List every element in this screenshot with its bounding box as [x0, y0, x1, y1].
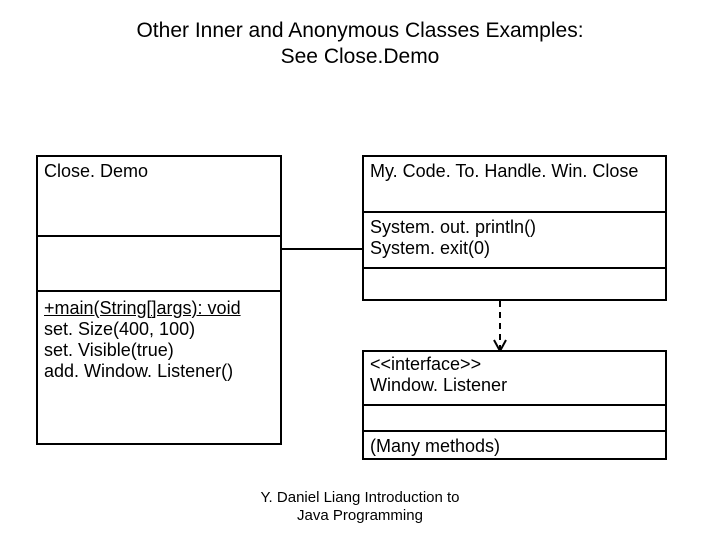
uml-box-interface: <<interface>> Window. Listener (Many met… — [362, 350, 667, 460]
uml-box-handler: My. Code. To. Handle. Win. Close System.… — [362, 155, 667, 301]
handler-exit: System. exit(0) — [370, 238, 659, 259]
closedemo-setsize: set. Size(400, 100) — [44, 319, 274, 340]
closedemo-methods-compartment: +main(String[]args): void set. Size(400,… — [38, 292, 280, 386]
closedemo-setvisible: set. Visible(true) — [44, 340, 274, 361]
closedemo-addlistener: add. Window. Listener() — [44, 361, 274, 382]
handler-name: My. Code. To. Handle. Win. Close — [370, 161, 638, 181]
closedemo-name: Close. Demo — [44, 161, 148, 181]
closedemo-main-method: +main(String[]args): void — [44, 298, 274, 319]
interface-mid-compartment — [364, 406, 665, 432]
handler-bottom-compartment — [364, 269, 665, 299]
handler-name-compartment: My. Code. To. Handle. Win. Close — [364, 157, 665, 213]
interface-name: Window. Listener — [370, 375, 659, 396]
handler-body-compartment: System. out. println() System. exit(0) — [364, 213, 665, 269]
title-line-2: See Close.Demo — [0, 44, 720, 70]
closedemo-name-compartment: Close. Demo — [38, 157, 280, 237]
page-title: Other Inner and Anonymous Classes Exampl… — [0, 0, 720, 71]
handler-println: System. out. println() — [370, 217, 659, 238]
title-line-1: Other Inner and Anonymous Classes Exampl… — [0, 18, 720, 44]
uml-box-closedemo: Close. Demo +main(String[]args): void se… — [36, 155, 282, 445]
interface-methods: (Many methods) — [370, 436, 500, 456]
closedemo-attrs-compartment — [38, 237, 280, 292]
interface-stereotype: <<interface>> — [370, 354, 659, 375]
footer: Y. Daniel Liang Introduction to Java Pro… — [0, 489, 720, 525]
interface-methods-compartment: (Many methods) — [364, 432, 665, 462]
interface-name-compartment: <<interface>> Window. Listener — [364, 352, 665, 406]
footer-line-2: Java Programming — [0, 507, 720, 525]
footer-line-1: Y. Daniel Liang Introduction to — [0, 489, 720, 507]
